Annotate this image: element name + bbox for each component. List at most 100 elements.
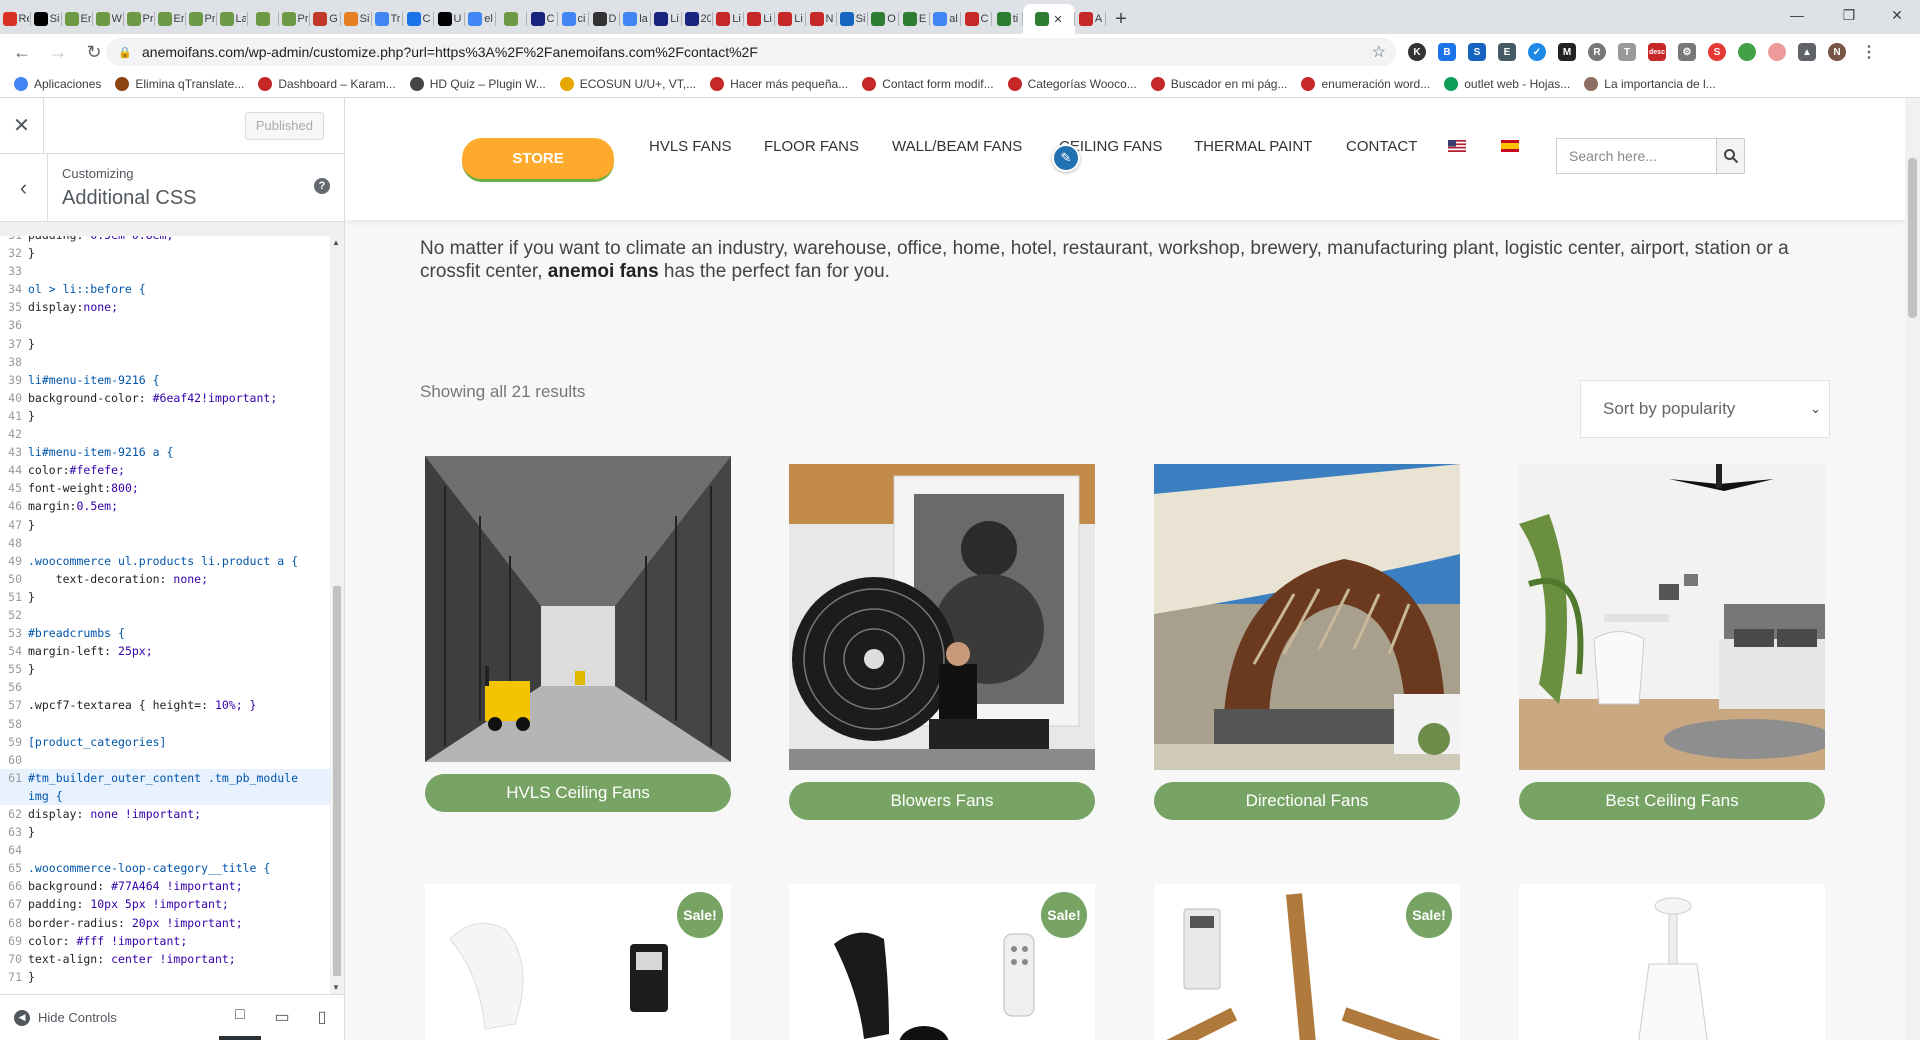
- extension-screenshot-icon[interactable]: S: [1468, 43, 1486, 61]
- browser-tab[interactable]: U: [434, 4, 465, 34]
- product-image-4[interactable]: [1519, 884, 1825, 1040]
- browser-tab[interactable]: O: [868, 4, 899, 34]
- css-code-editor[interactable]: 31padding: 0.5em 0.8em;32}3334ol > li::b…: [0, 236, 344, 994]
- editor-scrollbar[interactable]: ▲ ▼: [330, 236, 344, 994]
- browser-tab[interactable]: la: [620, 4, 651, 34]
- browser-tab[interactable]: Si: [837, 4, 868, 34]
- category-image-pavilion[interactable]: [1154, 464, 1460, 770]
- bookmark-item[interactable]: La importancia de l...: [1584, 76, 1716, 91]
- preview-scrollbar[interactable]: [1905, 98, 1920, 1040]
- category-title-directional[interactable]: Directional Fans: [1154, 782, 1460, 820]
- extension-recycle-icon[interactable]: R: [1588, 43, 1606, 61]
- browser-tab[interactable]: ci: [558, 4, 589, 34]
- tablet-preview-icon[interactable]: ▭: [261, 994, 303, 1040]
- extension-check-icon[interactable]: ✓: [1528, 43, 1546, 61]
- nav-contact[interactable]: CONTACT: [1346, 138, 1417, 155]
- browser-tab[interactable]: al: [930, 4, 961, 34]
- address-bar[interactable]: 🔒 anemoifans.com/wp-admin/customize.php?…: [106, 38, 1396, 66]
- minimize-window-icon[interactable]: —: [1774, 0, 1820, 30]
- bookmark-item[interactable]: Categorías Wooco...: [1007, 76, 1137, 91]
- browser-tab[interactable]: G: [310, 4, 341, 34]
- bookmark-item[interactable]: Aplicaciones: [14, 76, 101, 91]
- bookmark-star-icon[interactable]: ☆: [1372, 42, 1386, 62]
- browser-tab[interactable]: 20: [682, 4, 713, 34]
- nav-hvls-fans[interactable]: HVLS FANS: [649, 138, 732, 155]
- search-icon[interactable]: [1716, 138, 1745, 174]
- browser-tab[interactable]: [496, 4, 527, 34]
- browser-tab[interactable]: C: [961, 4, 992, 34]
- editor-scroll-thumb[interactable]: [333, 586, 341, 976]
- bookmark-item[interactable]: ECOSUN U/U+, VT,...: [559, 76, 696, 91]
- help-icon[interactable]: ?: [314, 178, 330, 194]
- browser-tab[interactable]: el: [465, 4, 496, 34]
- category-card-blowers[interactable]: Blowers Fans: [789, 464, 1095, 820]
- browser-tab[interactable]: N: [806, 4, 837, 34]
- extension-s-icon[interactable]: S: [1708, 43, 1726, 61]
- browser-tab[interactable]: La: [217, 4, 248, 34]
- sort-select[interactable]: Sort by popularity ⌄: [1580, 380, 1830, 438]
- browser-tab[interactable]: A: [1075, 4, 1106, 34]
- new-tab-icon[interactable]: +: [1106, 4, 1136, 34]
- preview-scroll-thumb[interactable]: [1908, 158, 1917, 318]
- hide-controls-button[interactable]: ◀ Hide Controls: [14, 1009, 117, 1026]
- bookmark-item[interactable]: outlet web - Hojas...: [1444, 76, 1570, 91]
- extension-desc-icon[interactable]: desc: [1648, 43, 1666, 61]
- edit-pencil-icon[interactable]: ✎: [1052, 144, 1080, 172]
- product-card-1[interactable]: Sale!: [425, 884, 731, 1040]
- browser-menu-icon[interactable]: ⋮: [1860, 43, 1878, 61]
- browser-tab[interactable]: Re: [0, 4, 31, 34]
- browser-tab[interactable]: Si: [341, 4, 372, 34]
- bookmark-item[interactable]: Buscador en mi pág...: [1150, 76, 1287, 91]
- restore-window-icon[interactable]: ❐: [1826, 0, 1872, 30]
- extension-k-icon[interactable]: K: [1408, 43, 1426, 61]
- category-title-blowers[interactable]: Blowers Fans: [789, 782, 1095, 820]
- scroll-up-icon[interactable]: ▲: [332, 238, 340, 247]
- category-title-best-ceiling[interactable]: Best Ceiling Fans: [1519, 782, 1825, 820]
- nav-wall-beam-fans[interactable]: WALL/BEAM FANS: [892, 138, 1022, 155]
- category-card-hvls[interactable]: HVLS Ceiling Fans: [425, 456, 731, 812]
- extension-m-icon[interactable]: M: [1558, 43, 1576, 61]
- browser-tab[interactable]: Tr: [372, 4, 403, 34]
- bookmark-item[interactable]: HD Quiz – Plugin W...: [409, 76, 546, 91]
- browser-tab[interactable]: Li: [713, 4, 744, 34]
- browser-tab[interactable]: W: [93, 4, 124, 34]
- category-card-best-ceiling[interactable]: Best Ceiling Fans: [1519, 464, 1825, 820]
- browser-tab[interactable]: C: [403, 4, 434, 34]
- extension-gear-icon[interactable]: ⚙: [1678, 43, 1696, 61]
- browser-tab[interactable]: Li: [744, 4, 775, 34]
- bookmark-item[interactable]: Dashboard – Karam...: [258, 76, 396, 91]
- extension-bookmark-icon[interactable]: B: [1438, 43, 1456, 61]
- spain-flag-icon[interactable]: [1501, 140, 1519, 152]
- close-tab-icon[interactable]: ✕: [1053, 13, 1062, 26]
- extension-eyedropper-icon[interactable]: E: [1498, 43, 1516, 61]
- search-input[interactable]: Search here...: [1556, 138, 1716, 174]
- reload-icon[interactable]: ↻: [80, 38, 108, 66]
- browser-tab[interactable]: Pr: [279, 4, 310, 34]
- bookmark-item[interactable]: enumeración word...: [1301, 76, 1430, 91]
- us-flag-icon[interactable]: [1448, 140, 1466, 152]
- extension-wifi-icon[interactable]: [1768, 43, 1786, 61]
- category-title-hvls[interactable]: HVLS Ceiling Fans: [425, 774, 731, 812]
- profile-avatar[interactable]: N: [1828, 43, 1846, 61]
- bookmark-item[interactable]: Elimina qTranslate...: [115, 76, 244, 91]
- product-card-2[interactable]: Sale!: [789, 884, 1095, 1040]
- nav-thermal-paint[interactable]: THERMAL PAINT: [1194, 138, 1312, 155]
- browser-tab[interactable]: ✕: [1023, 4, 1075, 34]
- extensions-puzzle-icon[interactable]: ▲: [1798, 43, 1816, 61]
- browser-tab[interactable]: ti: [992, 4, 1023, 34]
- browser-tab[interactable]: Si: [31, 4, 62, 34]
- browser-tab[interactable]: Pr: [124, 4, 155, 34]
- product-card-3[interactable]: Sale!: [1154, 884, 1460, 1040]
- back-arrow-icon[interactable]: ←: [8, 38, 36, 66]
- category-image-warehouse[interactable]: [425, 456, 731, 762]
- browser-tab[interactable]: Li: [775, 4, 806, 34]
- desktop-preview-icon[interactable]: □: [219, 994, 261, 1040]
- browser-tab[interactable]: [248, 4, 279, 34]
- scroll-down-icon[interactable]: ▼: [332, 983, 340, 992]
- bookmark-item[interactable]: Hacer más pequeña...: [710, 76, 848, 91]
- extension-tag-icon[interactable]: T: [1618, 43, 1636, 61]
- mobile-preview-icon[interactable]: ▯: [301, 994, 343, 1040]
- store-button[interactable]: STORE: [462, 138, 614, 182]
- browser-tab[interactable]: C: [527, 4, 558, 34]
- category-image-bedroom[interactable]: [1519, 464, 1825, 770]
